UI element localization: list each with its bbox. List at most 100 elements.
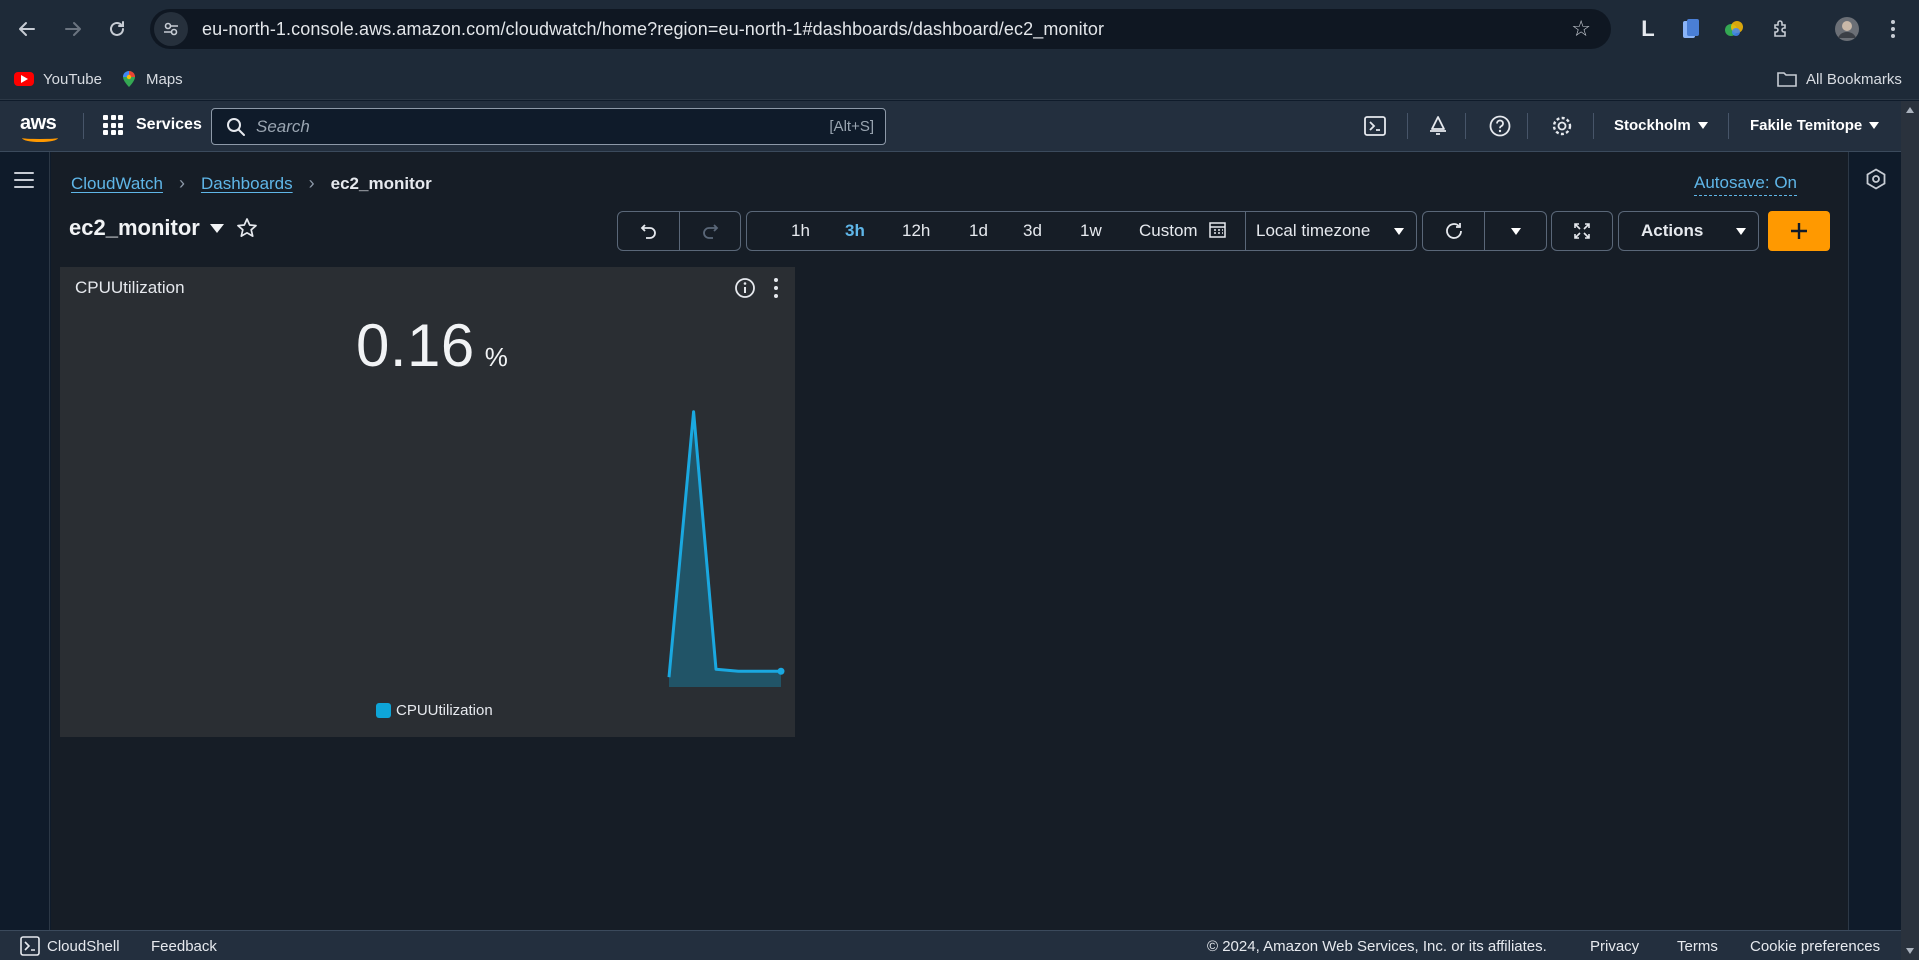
dashboard-title: ec2_monitor — [69, 215, 258, 241]
notifications-bell-icon[interactable] — [1425, 113, 1451, 139]
breadcrumb: CloudWatch › Dashboards › ec2_monitor — [71, 173, 432, 194]
time-range-3d[interactable]: 3d — [1023, 221, 1042, 241]
search-shortcut: [Alt+S] — [829, 118, 874, 135]
favorite-star-icon[interactable] — [236, 217, 258, 239]
maps-pin-icon — [123, 71, 135, 87]
cloudshell-icon[interactable] — [20, 936, 40, 956]
timezone-select[interactable]: Local timezone — [1245, 211, 1417, 251]
autosave-toggle-link[interactable]: Autosave: On — [1694, 173, 1798, 196]
url-text[interactable]: eu-north-1.console.aws.amazon.com/cloudw… — [202, 19, 1104, 40]
account-name: Fakile Temitope — [1750, 117, 1863, 134]
bookmark-maps[interactable]: Maps — [122, 66, 183, 92]
account-menu[interactable]: Fakile Temitope — [1750, 117, 1880, 134]
time-range-1d[interactable]: 1d — [969, 221, 988, 241]
menu-hamburger-icon[interactable] — [14, 172, 34, 193]
add-widget-button[interactable] — [1768, 211, 1830, 251]
undo-button[interactable] — [617, 211, 680, 251]
widget-title: CPUUtilization — [75, 278, 185, 297]
refresh-icon — [1445, 223, 1462, 239]
fullscreen-button[interactable] — [1551, 211, 1613, 251]
tools-panel-rail — [1848, 152, 1901, 930]
legend-label: CPUUtilization — [396, 702, 493, 719]
time-range-selector: 1h 3h 12h 1d 3d 1w Custom — [746, 211, 1246, 251]
side-navigation-rail — [0, 152, 50, 930]
calendar-icon — [1209, 222, 1227, 238]
caret-down-icon — [1394, 228, 1404, 235]
caret-down-icon — [1869, 122, 1880, 129]
caret-down-icon — [1510, 227, 1521, 235]
metric-number: 0.16 — [356, 312, 475, 379]
divider — [1728, 113, 1729, 139]
aws-top-navigation: aws Services Search [Alt+S] Stockholm Fa… — [0, 101, 1919, 152]
services-menu-button[interactable]: Services — [103, 115, 202, 135]
extension-colorful-icon[interactable] — [1717, 12, 1751, 46]
chevron-right-icon: › — [178, 173, 185, 193]
address-bar[interactable]: eu-north-1.console.aws.amazon.com/cloudw… — [150, 9, 1611, 49]
divider — [1527, 113, 1528, 139]
bookmark-label: Maps — [146, 70, 183, 88]
caret-down-icon — [1736, 228, 1746, 235]
extension-docs-icon[interactable] — [1674, 12, 1708, 46]
back-arrow-icon[interactable] — [9, 11, 45, 47]
info-panel-icon[interactable] — [1865, 168, 1887, 190]
divider — [83, 113, 84, 139]
reload-icon[interactable] — [99, 11, 135, 47]
metric-unit: % — [484, 342, 508, 372]
terms-link[interactable]: Terms — [1677, 938, 1718, 955]
time-range-1w[interactable]: 1w — [1080, 221, 1102, 241]
widget-more-options-icon[interactable] — [774, 278, 780, 298]
search-icon — [227, 117, 245, 136]
all-bookmarks[interactable]: All Bookmarks — [1777, 66, 1902, 92]
cloudshell-icon[interactable] — [1362, 113, 1388, 139]
page-scrollbar[interactable] — [1901, 101, 1919, 960]
feedback-link[interactable]: Feedback — [151, 938, 217, 955]
privacy-link[interactable]: Privacy — [1590, 938, 1639, 955]
scroll-down-arrow-icon[interactable] — [1906, 948, 1914, 954]
chart-legend[interactable]: CPUUtilization — [376, 702, 493, 719]
profile-avatar[interactable] — [1830, 12, 1864, 46]
dashboard-name: ec2_monitor — [69, 215, 200, 240]
search-input[interactable]: Search [Alt+S] — [211, 108, 886, 145]
timezone-label: Local timezone — [1256, 221, 1371, 240]
cookie-preferences-link[interactable]: Cookie preferences — [1750, 938, 1880, 955]
browser-menu-icon[interactable] — [1876, 12, 1910, 46]
dashboard-switcher-caret-icon[interactable] — [209, 223, 224, 233]
bookmark-youtube[interactable]: YouTube — [14, 66, 102, 92]
metric-value: 0.16 % — [356, 311, 508, 380]
folder-icon — [1777, 72, 1797, 87]
time-range-custom[interactable]: Custom — [1139, 221, 1227, 241]
custom-label: Custom — [1139, 221, 1198, 240]
time-range-3h[interactable]: 3h — [845, 221, 865, 241]
refresh-button[interactable] — [1422, 211, 1485, 251]
aws-logo-text: aws — [20, 112, 57, 134]
sparkline-area — [669, 411, 781, 687]
refresh-options-button[interactable] — [1484, 211, 1547, 251]
all-bookmarks-label: All Bookmarks — [1806, 70, 1902, 88]
time-range-1h[interactable]: 1h — [791, 221, 810, 241]
copyright-text: © 2024, Amazon Web Services, Inc. or its… — [1207, 938, 1547, 955]
aws-logo[interactable]: aws — [20, 112, 58, 142]
info-icon[interactable] — [734, 277, 756, 299]
cloudshell-link[interactable]: CloudShell — [47, 938, 120, 955]
extensions-puzzle-icon[interactable] — [1764, 12, 1798, 46]
help-icon[interactable] — [1487, 113, 1513, 139]
cpu-utilization-widget[interactable]: CPUUtilization 0.16 % CPUUtilization — [60, 267, 795, 737]
bookmark-star-icon[interactable]: ☆ — [1571, 16, 1591, 42]
legend-swatch — [376, 703, 391, 718]
region-selector[interactable]: Stockholm — [1614, 117, 1708, 134]
actions-dropdown-button[interactable]: Actions — [1618, 211, 1759, 251]
breadcrumb-dashboards-link[interactable]: Dashboards — [201, 174, 293, 194]
scroll-up-arrow-icon[interactable] — [1906, 107, 1914, 113]
extension-l-icon[interactable]: L — [1631, 12, 1665, 46]
services-label: Services — [136, 116, 202, 133]
time-range-12h[interactable]: 12h — [902, 221, 930, 241]
grid-icon — [103, 115, 123, 135]
settings-gear-icon[interactable] — [1549, 113, 1575, 139]
redo-button[interactable] — [679, 211, 741, 251]
site-settings-icon[interactable] — [154, 12, 188, 46]
divider — [1593, 113, 1594, 139]
console-footer: CloudShell Feedback © 2024, Amazon Web S… — [0, 930, 1901, 960]
plus-icon — [1791, 223, 1807, 239]
breadcrumb-cloudwatch-link[interactable]: CloudWatch — [71, 174, 163, 194]
forward-arrow-icon[interactable] — [55, 11, 91, 47]
